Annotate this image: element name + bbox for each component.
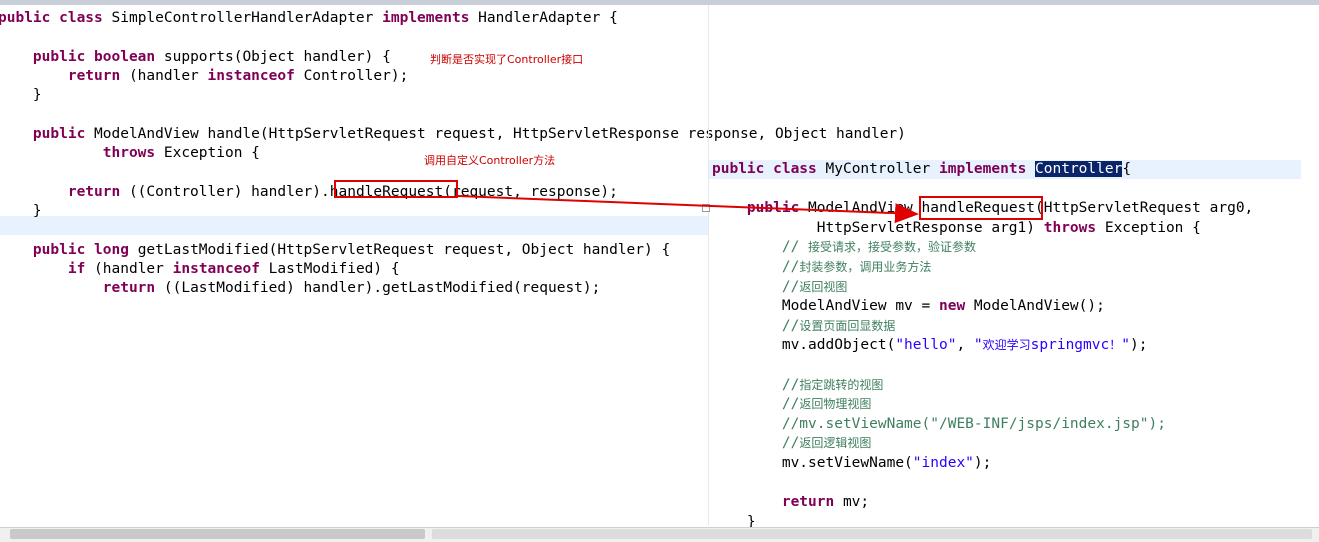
horizontal-scrollbar-thumb-right[interactable] — [432, 529, 1312, 539]
arrow-call-to-definition — [457, 195, 919, 224]
annotation-arrow — [457, 195, 919, 224]
horizontal-scrollbar-thumb-left[interactable] — [10, 529, 425, 539]
